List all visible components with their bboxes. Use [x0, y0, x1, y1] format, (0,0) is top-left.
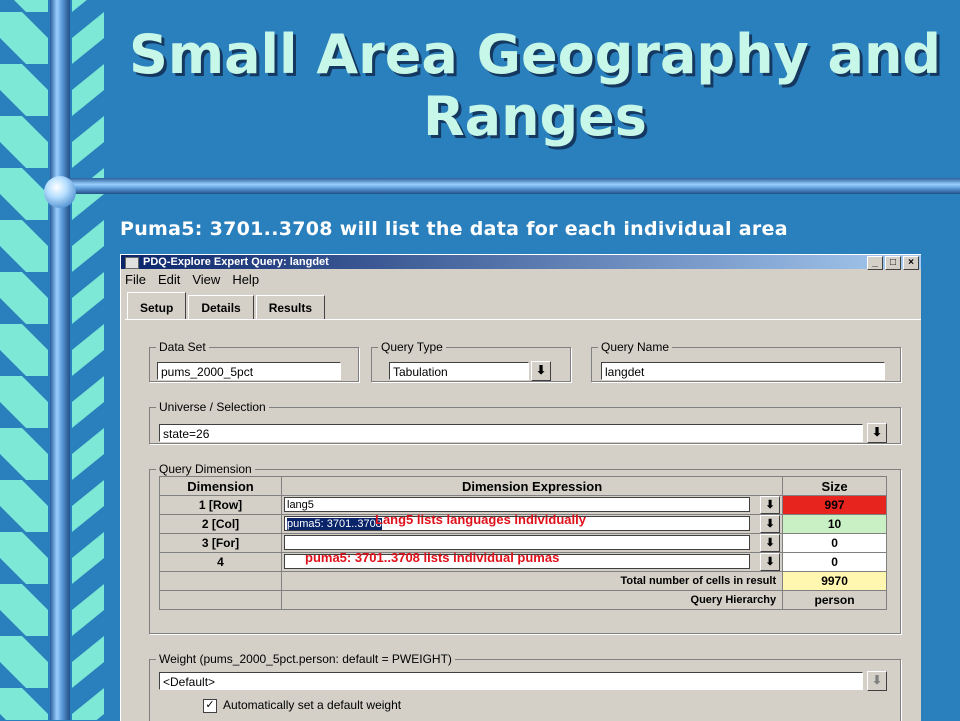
dimension-table: Dimension Dimension Expression Size 1 [R… — [159, 476, 887, 610]
data-set-field[interactable]: pums_2000_5pct — [157, 362, 341, 380]
weight-field[interactable]: <Default> — [159, 672, 863, 690]
window-title: PDQ-Explore Expert Query: langdet — [143, 256, 329, 268]
expression-dropdown-icon[interactable]: ⬇ — [760, 515, 781, 533]
selected-expression: puma5: 3701..3708 — [287, 518, 382, 530]
slide-title: Small Area Geography and Ranges — [128, 23, 942, 148]
expression-input[interactable] — [284, 535, 750, 550]
universe-dropdown-icon[interactable]: ⬇ — [867, 423, 887, 443]
query-type-label: Query Type — [381, 340, 443, 354]
total-value: 9970 — [782, 571, 887, 591]
row-dimension: 3 [For] — [159, 533, 282, 553]
tab-strip: Setup Details Results — [127, 292, 327, 320]
auto-weight-label: Automatically set a default weight — [223, 698, 402, 712]
hierarchy-row: Query Hierarchy person — [159, 590, 887, 610]
universe-label: Universe / Selection — [159, 400, 266, 414]
query-type-dropdown-icon[interactable]: ⬇ — [531, 361, 551, 381]
slide-subtitle: Puma5: 3701..3708 will list the data for… — [120, 218, 788, 240]
maximize-icon[interactable]: □ — [885, 256, 901, 270]
expression-dropdown-icon[interactable]: ⬇ — [760, 534, 781, 552]
row-dimension: 4 — [159, 552, 282, 572]
query-name-label: Query Name — [601, 340, 670, 354]
tab-details[interactable]: Details — [188, 295, 254, 320]
tab-results[interactable]: Results — [255, 295, 326, 320]
menu-help[interactable]: Help — [232, 272, 259, 287]
lang-annotation: Lang5 lists languages individually — [375, 512, 586, 527]
auto-weight-checkbox[interactable]: ✓ — [203, 699, 217, 713]
vertical-bar — [50, 0, 70, 720]
horizontal-bar — [50, 178, 960, 194]
hierarchy-value: person — [782, 590, 887, 610]
close-icon[interactable]: × — [903, 256, 919, 270]
col-size: Size — [782, 476, 887, 496]
row-dimension: 1 [Row] — [159, 495, 282, 515]
row-size: 997 — [782, 495, 887, 515]
row-size: 0 — [782, 533, 887, 553]
expression-dropdown-icon[interactable]: ⬇ — [760, 553, 781, 571]
row-size: 10 — [782, 514, 887, 534]
hierarchy-label: Query Hierarchy — [280, 590, 784, 610]
col-dimension: Dimension — [159, 476, 282, 496]
universe-field[interactable]: state=26 — [159, 424, 863, 442]
query-name-field[interactable]: langdet — [601, 362, 885, 380]
total-row: Total number of cells in result 9970 — [159, 571, 887, 591]
col-expression: Dimension Expression — [280, 476, 784, 496]
query-dimension-label: Query Dimension — [159, 462, 252, 476]
data-set-label: Data Set — [159, 340, 206, 354]
menu-view[interactable]: View — [192, 272, 220, 287]
setup-panel: Data Set pums_2000_5pct Query Type Tabul… — [125, 319, 921, 721]
puma-annotation: puma5: 3701..3708 lists individual pumas — [305, 550, 560, 565]
menu-file[interactable]: File — [125, 272, 146, 287]
menu-bar: File Edit View Help — [121, 269, 921, 289]
query-type-select[interactable]: Tabulation — [389, 362, 529, 380]
row-size: 0 — [782, 552, 887, 572]
total-label: Total number of cells in result — [280, 571, 784, 591]
app-icon — [125, 257, 139, 269]
expression-input[interactable]: lang5 — [284, 497, 750, 512]
query-window: PDQ-Explore Expert Query: langdet _ □ × … — [120, 254, 921, 721]
expression-dropdown-icon[interactable]: ⬇ — [760, 496, 781, 514]
menu-edit[interactable]: Edit — [158, 272, 180, 287]
weight-label: Weight (pums_2000_5pct.person: default =… — [159, 652, 452, 666]
row-dimension: 2 [Col] — [159, 514, 282, 534]
tab-setup[interactable]: Setup — [127, 292, 187, 320]
bar-knob — [44, 176, 76, 208]
window-titlebar: PDQ-Explore Expert Query: langdet _ □ × — [121, 255, 921, 270]
minimize-icon[interactable]: _ — [867, 256, 883, 270]
weight-dropdown-icon[interactable]: ⬇ — [867, 671, 887, 691]
